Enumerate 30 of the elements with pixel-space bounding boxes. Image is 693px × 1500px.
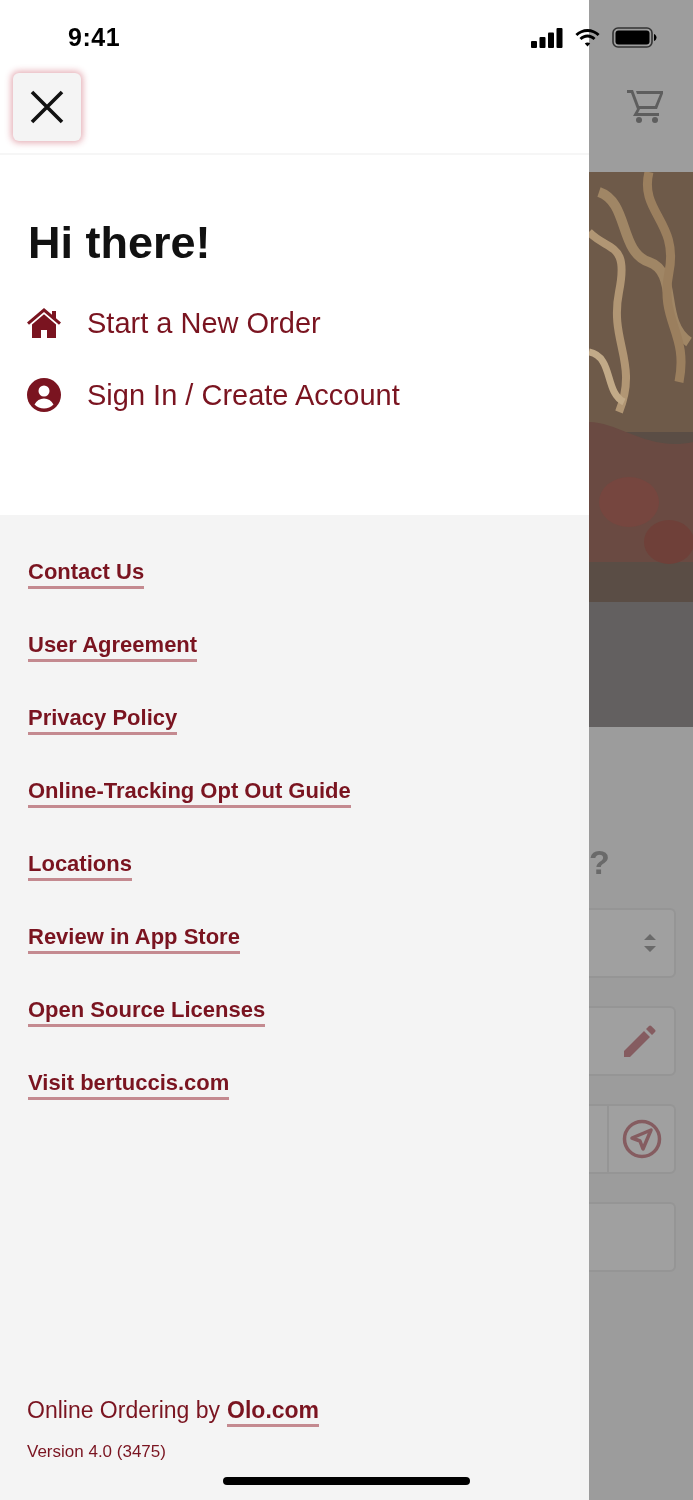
signal-icon xyxy=(531,27,563,48)
greeting-heading: Hi there! xyxy=(28,216,212,270)
footer-link[interactable]: User Agreement xyxy=(28,632,198,662)
close-button[interactable] xyxy=(13,73,81,141)
credit-text: Online Ordering by xyxy=(27,1397,221,1424)
form-field[interactable] xyxy=(589,1202,676,1272)
wifi-icon xyxy=(575,28,600,47)
version-text: Version 4.0 (3475) xyxy=(27,1442,167,1462)
footer-link[interactable]: Contact Us xyxy=(28,559,145,589)
footer-link[interactable]: Privacy Policy xyxy=(28,705,178,735)
menu-link[interactable]: Sign In / Create Account xyxy=(87,377,400,413)
cart-icon xyxy=(627,88,663,124)
footer-link[interactable]: Visit bertuccis.com xyxy=(28,1070,230,1100)
footer-link[interactable]: Locations xyxy=(28,851,132,881)
olo-link[interactable]: Olo.com xyxy=(227,1397,320,1427)
house-icon xyxy=(27,308,61,338)
form-field[interactable] xyxy=(589,1006,676,1076)
status-time: 9:41 xyxy=(68,23,121,52)
form-field[interactable] xyxy=(589,908,676,978)
menu-link[interactable]: Start a New Order xyxy=(87,305,321,341)
form-field[interactable] xyxy=(589,1104,676,1174)
heading-fragment: ? xyxy=(589,842,611,882)
pencil-icon xyxy=(624,1025,656,1057)
user-icon xyxy=(27,378,61,412)
battery-icon xyxy=(612,27,657,48)
close-icon xyxy=(30,90,64,124)
footer-link[interactable]: Online-Tracking Opt Out Guide xyxy=(28,778,351,808)
footer-link[interactable]: Open Source Licenses xyxy=(28,997,266,1027)
footer-link[interactable]: Review in App Store xyxy=(28,924,240,954)
sort-icon xyxy=(644,934,656,952)
